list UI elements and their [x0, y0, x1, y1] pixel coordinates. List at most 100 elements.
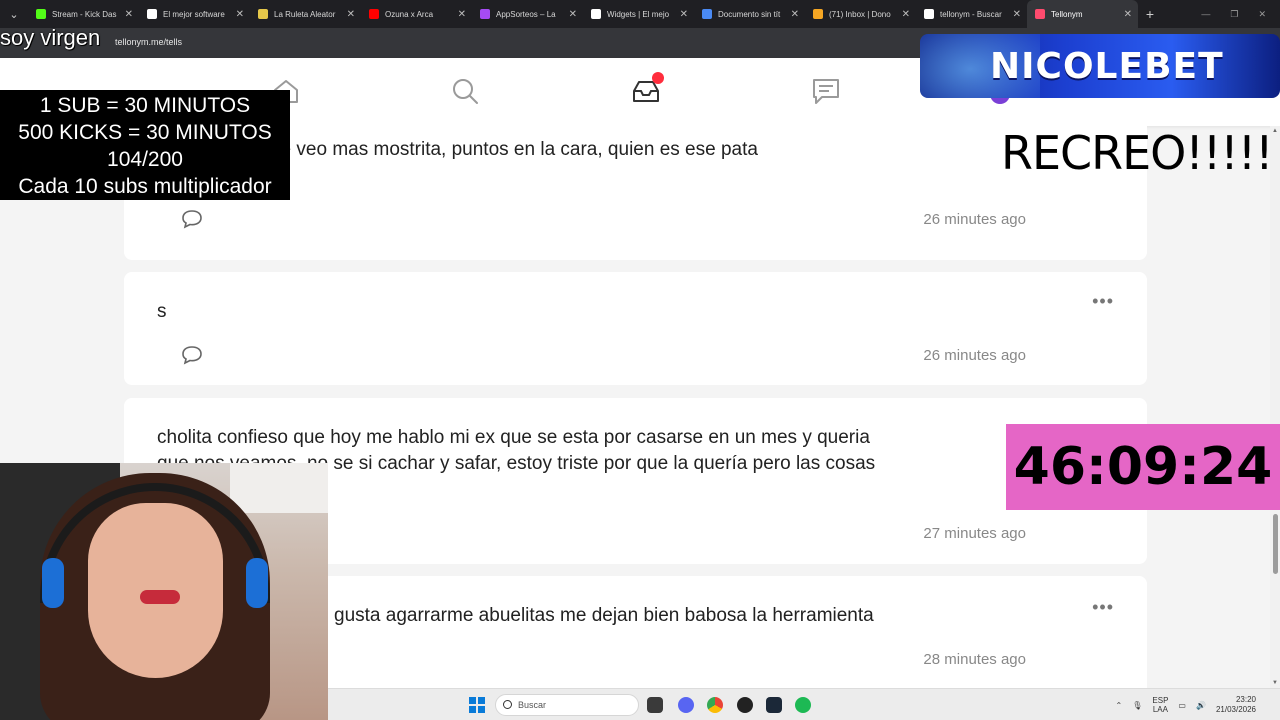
comment-icon[interactable]	[181, 209, 203, 229]
tab-label: La Ruleta Aleator	[274, 9, 336, 19]
tab-favicon-icon	[480, 9, 490, 19]
lang-layout: LAA	[1152, 705, 1168, 714]
scroll-thumb[interactable]	[1273, 514, 1278, 574]
tab-label: Widgets | El mejo	[607, 9, 670, 19]
volume-icon[interactable]: 🔊	[1196, 701, 1206, 710]
tab-label: Ozuna x Arca	[385, 9, 434, 19]
tell-text: s	[157, 301, 167, 322]
maximize-icon[interactable]: ❐	[1230, 9, 1238, 20]
search-placeholder: Buscar	[518, 700, 547, 710]
spotify-icon[interactable]	[795, 697, 811, 713]
tab-label: tellonym - Buscar	[940, 9, 1002, 19]
tab-favicon-icon	[147, 9, 157, 19]
tab-label: Stream - Kick Das	[52, 9, 117, 19]
browser-tab-strip: ⌄ Stream - Kick Das ✕ El mejor software ✕ La…	[0, 0, 1280, 28]
browser-tab[interactable]: La Ruleta Aleator ✕	[250, 0, 361, 28]
inbox-icon[interactable]	[631, 72, 664, 106]
page-scrollbar[interactable]: ▲ ▼	[1270, 126, 1280, 688]
tab-favicon-icon	[591, 9, 601, 19]
browser-tab[interactable]: AppSorteos – La ✕	[472, 0, 583, 28]
tell-text: s de tiempo y te veo mas mostrita, punto…	[157, 137, 1057, 189]
chat-icon[interactable]	[811, 76, 841, 106]
browser-tab[interactable]: Widgets | El mejo ✕	[583, 0, 694, 28]
browser-tab[interactable]: Ozuna x Arca ✕	[361, 0, 472, 28]
rule-line: 104/200	[107, 148, 183, 171]
tab-label: (71) Inbox | Dono	[829, 9, 891, 19]
browser-tab[interactable]: tellonym - Buscar ✕	[916, 0, 1027, 28]
rule-line: 1 SUB = 30 MINUTOS	[39, 94, 251, 117]
tell-card: ••• s 26 minutes ago	[124, 272, 1147, 385]
tab-close-icon[interactable]: ✕	[1013, 9, 1021, 20]
tell-timestamp: 26 minutes ago	[923, 211, 1026, 228]
search-icon[interactable]	[450, 76, 480, 106]
clock-date: 21/03/2026	[1215, 705, 1256, 714]
tab-close-icon[interactable]: ✕	[902, 9, 910, 20]
subathon-timer-overlay: 46:09:24	[1006, 424, 1280, 510]
steam-icon[interactable]	[766, 697, 782, 713]
lang-code: ESP	[1152, 696, 1169, 705]
tab-favicon-icon	[36, 9, 46, 19]
browser-tab[interactable]: (71) Inbox | Dono ✕	[805, 0, 916, 28]
browser-tab[interactable]: Stream - Kick Das ✕	[28, 0, 139, 28]
taskbar-clock[interactable]: 23:20 21/03/2026	[1216, 695, 1256, 715]
rule-line: Cada 10 subs multiplicador	[18, 175, 272, 198]
tab-favicon-icon	[924, 9, 934, 19]
file-explorer-icon[interactable]	[647, 697, 663, 713]
minimize-icon[interactable]: —	[1201, 9, 1210, 20]
tab-close-icon[interactable]: ✕	[680, 9, 688, 20]
clock-time: 23:20	[1235, 695, 1256, 704]
browser-tab[interactable]: Documento sin tít ✕	[694, 0, 805, 28]
tell-text-line: ano	[157, 163, 1057, 189]
tab-favicon-icon	[702, 9, 712, 19]
webcam-background-poster	[230, 463, 328, 513]
search-icon	[503, 700, 512, 709]
browser-tab[interactable]: El mejor software ✕	[139, 0, 250, 28]
new-tab-button[interactable]: +	[1138, 6, 1162, 22]
tab-close-icon[interactable]: ✕	[569, 9, 577, 20]
tell-timestamp: 28 minutes ago	[923, 651, 1026, 668]
stream-title-overlay: soy virgen	[0, 25, 101, 50]
tab-close-icon[interactable]: ✕	[458, 9, 466, 20]
language-indicator[interactable]: ESP LAA	[1152, 696, 1168, 714]
microphone-icon[interactable]: 🎙	[1132, 701, 1142, 710]
headset-ear-right	[246, 558, 268, 608]
tab-label: Tellonym	[1051, 9, 1083, 19]
comment-icon[interactable]	[181, 345, 203, 365]
windows-start-icon[interactable]	[469, 697, 485, 713]
obs-icon[interactable]	[737, 697, 753, 713]
tab-label: El mejor software	[163, 9, 225, 19]
scroll-up-icon[interactable]: ▲	[1272, 128, 1278, 134]
tell-text: gusta agarrarme abuelitas me dejan bien …	[334, 605, 874, 626]
tab-close-icon[interactable]: ✕	[125, 9, 133, 20]
browser-tab[interactable]: Tellonym ✕	[1027, 0, 1138, 28]
tab-close-icon[interactable]: ✕	[347, 9, 355, 20]
discord-icon[interactable]	[678, 697, 694, 713]
scroll-down-icon[interactable]: ▼	[1272, 680, 1278, 686]
tab-search-menu-icon[interactable]: ⌄	[0, 0, 28, 28]
webcam-overlay	[0, 463, 328, 720]
tell-timestamp: 27 minutes ago	[923, 525, 1026, 542]
url-field[interactable]: tellonym.me/tells	[115, 37, 182, 47]
tab-close-icon[interactable]: ✕	[236, 9, 244, 20]
network-icon[interactable]: ▭	[1178, 701, 1186, 710]
tab-favicon-icon	[1035, 9, 1045, 19]
tab-close-icon[interactable]: ✕	[1124, 9, 1132, 20]
close-window-icon[interactable]: ✕	[1258, 9, 1266, 20]
tab-favicon-icon	[258, 9, 268, 19]
chrome-icon[interactable]	[707, 697, 723, 713]
tell-text-line: cholita confieso que hoy me hablo mi ex …	[157, 427, 870, 448]
rule-line: 500 KICKS = 30 MINUTOS	[18, 121, 272, 144]
screen: ⌄ Stream - Kick Das ✕ El mejor software ✕ La…	[0, 0, 1280, 720]
tab-list: Stream - Kick Das ✕ El mejor software ✕ La R…	[28, 0, 1138, 28]
more-options-icon[interactable]: •••	[1092, 292, 1114, 310]
taskbar-search-input[interactable]: Buscar	[495, 694, 639, 716]
recreo-overlay: RECREO!!!!!	[1001, 126, 1274, 180]
tab-favicon-icon	[369, 9, 379, 19]
system-tray: ⌃ 🎙 ESP LAA ▭ 🔊 23:20 21/03/2026	[1116, 689, 1280, 720]
tray-chevron-icon[interactable]: ⌃	[1116, 701, 1123, 710]
sponsor-name: NICOLEBET	[990, 46, 1224, 87]
tell-timestamp: 26 minutes ago	[923, 347, 1026, 364]
tell-text-line: s de tiempo y te veo mas mostrita, punto…	[157, 139, 758, 160]
tab-close-icon[interactable]: ✕	[791, 9, 799, 20]
sponsor-logo-overlay: NICOLEBET	[920, 34, 1280, 98]
